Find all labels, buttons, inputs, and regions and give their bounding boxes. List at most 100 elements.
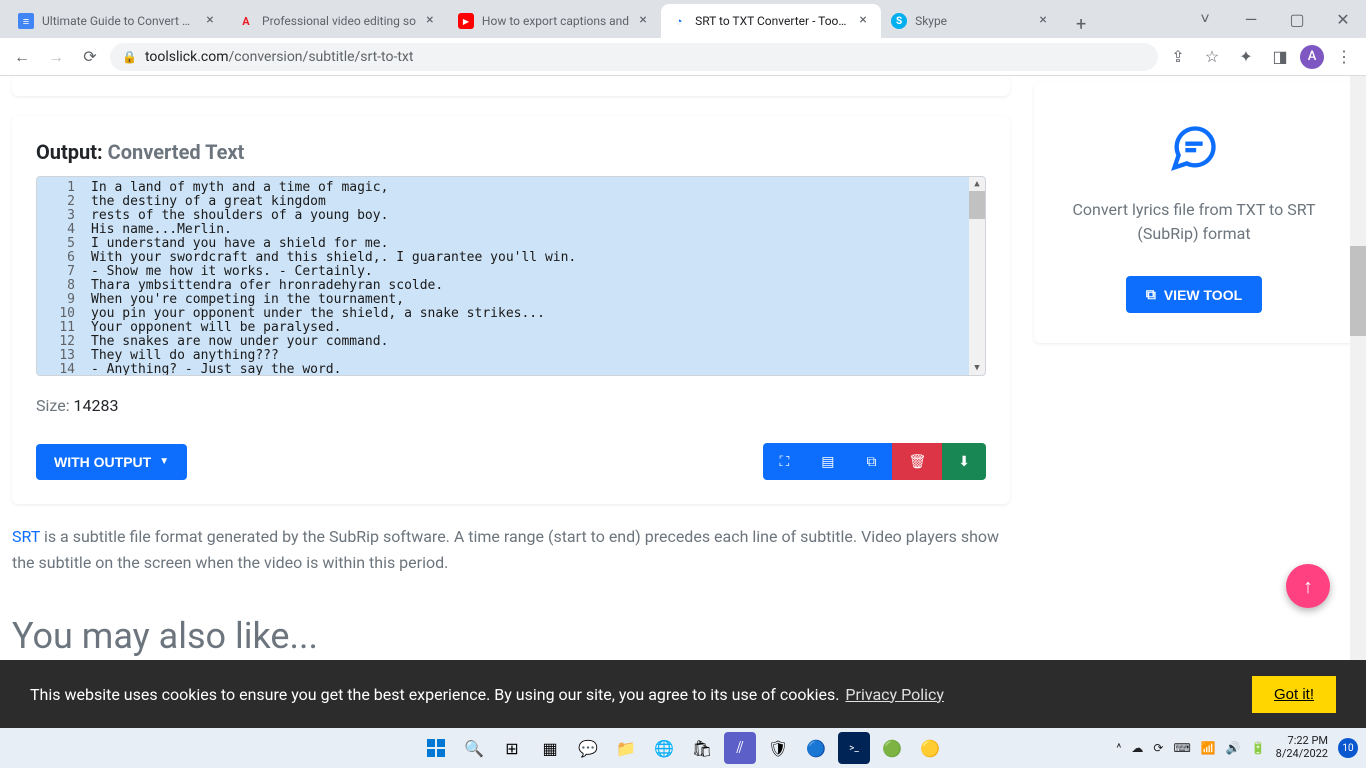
editor-scrollbar[interactable]: ▲ ▼ [969, 177, 985, 375]
minimize-icon[interactable]: — [1228, 0, 1274, 38]
onedrive-icon[interactable]: ☁ [1131, 741, 1143, 755]
chat-icon [1058, 122, 1330, 178]
taskbar-center: 🔍 ⊞ ▦ 💬 📁 🌐 🛍 ⫽ 🛡 🔵 >_ 🟢 🟡 [420, 732, 946, 764]
adobe-icon: A [238, 13, 254, 29]
search-icon[interactable]: 🔍 [458, 732, 490, 764]
tab-title: How to export captions and [482, 14, 629, 28]
task-view-icon[interactable]: ⊞ [496, 732, 528, 764]
download-button[interactable]: ⬇ [942, 443, 986, 480]
copy-button[interactable]: ⧉ [850, 443, 892, 480]
close-icon[interactable]: × [422, 13, 438, 29]
chevron-down-icon[interactable]: ˅ [1182, 0, 1228, 38]
windows-taskbar: 🔍 ⊞ ▦ 💬 📁 🌐 🛍 ⫽ 🛡 🔵 >_ 🟢 🟡 ^ ☁ ⟳ ⌨ 📶 🔊 🔋… [0, 728, 1366, 768]
copy-icon: ⧉ [866, 453, 876, 469]
output-editor[interactable]: 1234567891011121314 In a land of myth an… [36, 176, 986, 376]
address-bar[interactable]: 🔒 toolslick.com/conversion/subtitle/srt-… [110, 43, 1158, 71]
arrow-up-icon: ↑ [1303, 574, 1313, 599]
page-scrollbar[interactable] [1350, 76, 1366, 728]
browser-tab[interactable]: ≡ Ultimate Guide to Convert SR × [8, 4, 228, 38]
chrome-profile2-icon[interactable]: 🟡 [914, 732, 946, 764]
forward-button: → [42, 43, 70, 71]
store-icon[interactable]: 🛍 [686, 732, 718, 764]
language-icon[interactable]: ⌨ [1173, 741, 1190, 755]
reload-button[interactable]: ⟳ [76, 43, 104, 71]
cookie-text: This website uses cookies to ensure you … [30, 685, 839, 704]
fullscreen-button[interactable]: ⛶ [763, 443, 805, 480]
mcafee-icon[interactable]: 🛡 [762, 732, 794, 764]
terminal-icon[interactable]: >_ [838, 732, 870, 764]
window-close-icon[interactable]: ✕ [1320, 0, 1366, 38]
lock-icon: 🔒 [122, 50, 137, 64]
app-icon[interactable]: ⫽ [724, 732, 756, 764]
output-text[interactable]: In a land of myth and a time of magic,th… [85, 177, 985, 375]
scrollbar-thumb[interactable] [1350, 246, 1366, 336]
new-tab-button[interactable]: + [1067, 10, 1095, 38]
view-button[interactable]: ▤ [805, 443, 850, 480]
view-tool-button[interactable]: ⧉ VIEW TOOL [1126, 276, 1262, 313]
volume-icon[interactable]: 🔊 [1226, 741, 1241, 755]
tab-title: Professional video editing so [262, 14, 416, 28]
browser-tab[interactable]: A Professional video editing so × [228, 4, 448, 38]
bookmark-icon[interactable]: ☆ [1198, 43, 1226, 71]
chat-icon[interactable]: 💬 [572, 732, 604, 764]
sidepanel-icon[interactable]: ◨ [1266, 43, 1294, 71]
maximize-icon[interactable]: ▢ [1274, 0, 1320, 38]
srt-link[interactable]: SRT [12, 527, 40, 546]
fullscreen-icon: ⛶ [779, 453, 789, 469]
caret-down-icon: ▼ [159, 456, 169, 467]
tab-title: SRT to TXT Converter - Tool S [695, 14, 849, 28]
close-icon[interactable]: × [1035, 13, 1051, 29]
related-tool-card: Convert lyrics file from TXT to SRT (Sub… [1034, 82, 1354, 343]
menu-icon[interactable]: ⋮ [1330, 43, 1358, 71]
edge-icon[interactable]: 🌐 [648, 732, 680, 764]
cookie-consent-bar: This website uses cookies to ensure you … [0, 660, 1366, 728]
scrollbar-thumb[interactable] [969, 191, 985, 219]
wifi-icon[interactable]: 📶 [1201, 741, 1216, 755]
explorer-icon[interactable]: 📁 [610, 732, 642, 764]
clock[interactable]: 7:22 PM 8/24/2022 [1276, 735, 1328, 760]
with-output-button[interactable]: WITH OUTPUT ▼ [36, 444, 187, 480]
system-tray: ^ ☁ ⟳ ⌨ 📶 🔊 🔋 7:22 PM 8/24/2022 10 [1116, 735, 1358, 760]
browser-tab[interactable]: S Skype × [881, 4, 1061, 38]
chrome-icon[interactable]: 🔵 [800, 732, 832, 764]
document-icon: ▤ [821, 453, 834, 469]
copy-icon: ⧉ [1146, 286, 1156, 303]
output-size: Size: 14283 [36, 396, 986, 415]
start-button[interactable] [420, 732, 452, 764]
updates-icon[interactable]: ⟳ [1153, 741, 1163, 755]
tray-overflow-icon[interactable]: ^ [1116, 741, 1121, 755]
browser-tab[interactable]: ▶ How to export captions and × [448, 4, 661, 38]
scroll-to-top-fab[interactable]: ↑ [1286, 564, 1330, 608]
back-button[interactable]: ← [8, 43, 36, 71]
chrome-profile-icon[interactable]: 🟢 [876, 732, 908, 764]
close-icon[interactable]: × [635, 13, 651, 29]
line-number-gutter: 1234567891011121314 [37, 177, 85, 375]
trash-icon: 🗑 [908, 453, 926, 469]
share-icon[interactable]: ⇪ [1164, 43, 1192, 71]
cookie-accept-button[interactable]: Got it! [1252, 676, 1336, 713]
widgets-icon[interactable]: ▦ [534, 732, 566, 764]
extensions-icon[interactable]: ✦ [1232, 43, 1260, 71]
toolslick-icon: ◔ [671, 13, 687, 29]
tab-title: Skype [915, 14, 1029, 28]
input-card-cutoff [12, 76, 1010, 96]
output-card: Output: Converted Text 12345678910111213… [12, 116, 1010, 504]
scroll-up-icon[interactable]: ▲ [969, 177, 985, 191]
scroll-down-icon[interactable]: ▼ [969, 361, 985, 375]
related-tool-description: Convert lyrics file from TXT to SRT (Sub… [1058, 198, 1330, 246]
delete-button[interactable]: 🗑 [892, 443, 942, 480]
tab-title: Ultimate Guide to Convert SR [42, 14, 196, 28]
skype-icon: S [891, 13, 907, 29]
privacy-policy-link[interactable]: Privacy Policy [845, 685, 944, 704]
notification-badge[interactable]: 10 [1338, 738, 1358, 758]
format-description: SRT is a subtitle file format generated … [12, 524, 1010, 595]
browser-tab-active[interactable]: ◔ SRT to TXT Converter - Tool S × [661, 4, 881, 38]
output-actions: ⛶ ▤ ⧉ 🗑 ⬇ [763, 443, 986, 480]
page-viewport: Output: Converted Text 12345678910111213… [0, 76, 1366, 728]
profile-avatar[interactable]: A [1300, 45, 1324, 69]
close-icon[interactable]: × [202, 13, 218, 29]
battery-icon[interactable]: 🔋 [1251, 741, 1266, 755]
youtube-icon: ▶ [458, 13, 474, 29]
close-icon[interactable]: × [855, 13, 871, 29]
output-heading: Output: Converted Text [36, 140, 986, 164]
